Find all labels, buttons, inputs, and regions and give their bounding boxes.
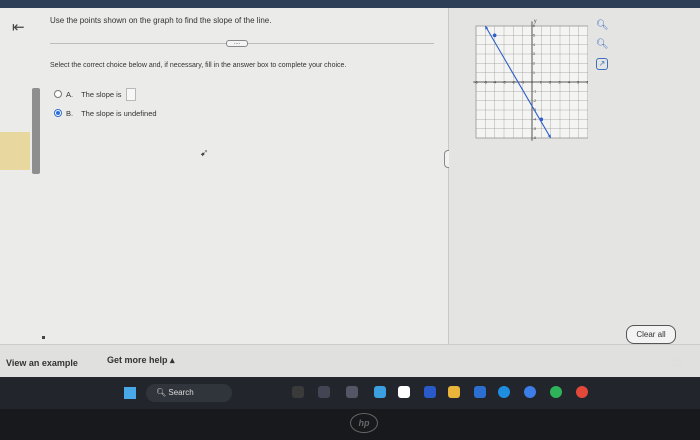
radio-b[interactable] [54,109,62,117]
taskbar-app-icon[interactable] [318,386,330,398]
x-tick-label: -4 [493,81,496,85]
taskbar-app-icon[interactable] [374,386,386,398]
x-tick-label: 1 [540,81,542,85]
edge-icon[interactable] [498,386,510,398]
new-window-icon[interactable]: ↗ [596,58,608,70]
taskbar-app-icon[interactable] [550,386,562,398]
taskbar-app-icon[interactable] [292,386,304,398]
x-tick-label: -2 [512,81,515,85]
windows-start-icon[interactable] [124,387,136,399]
tray-chevron-icon[interactable]: ︿ [644,365,651,375]
search-label: Search [168,388,194,397]
y-tick-label: -1 [533,90,536,94]
app-screen: ⇤ Use the points shown on the graph to f… [0,0,700,384]
choice-b-text: The slope is undefined [81,108,157,118]
language-indicator[interactable]: ENG INTL [672,357,683,369]
y-tick-label: -6 [533,136,536,140]
clear-all-button[interactable]: Clear all [626,325,676,344]
graph-point [539,117,544,122]
instruction-text: Select the correct choice below and, if … [50,62,347,69]
top-bar [0,0,700,8]
choice-a-letter: A. [66,89,74,99]
coordinate-graph: xy-6-5-4-3-2-1123456654321-1-2-3-4-5-6 [473,18,589,141]
get-help-button[interactable]: Get more help ▴ [107,355,175,366]
question-panel [0,8,448,344]
y-tick-label: 2 [533,62,535,66]
region-label: INTL [672,363,683,369]
x-tick-label: -1 [521,81,524,85]
y-tick-label: -2 [533,99,536,103]
zoom-out-icon[interactable]: 🔍︎ [596,39,609,50]
x-tick-label: 6 [587,81,589,85]
x-tick-label: 2 [549,81,551,85]
y-tick-label: 1 [533,71,535,75]
radio-a[interactable] [54,90,62,98]
taskbar-app-icon[interactable] [524,386,536,398]
amazon-icon[interactable] [398,386,410,398]
cursor-icon: ➹ [200,148,209,159]
graph-point [492,33,497,38]
answer-box[interactable] [125,87,136,101]
more-button[interactable]: .... [226,40,248,47]
view-example-link[interactable]: View an example [6,358,78,368]
back-arrow-icon[interactable]: ⇤ [12,18,25,36]
y-tick-label: 3 [533,52,535,56]
chrome-icon[interactable] [576,386,588,398]
choice-b[interactable]: B. The slope is undefined [54,107,157,119]
taskbar-app-icon[interactable] [474,386,486,398]
y-tick-label: -5 [533,127,536,131]
taskbar-app-icon[interactable] [346,386,358,398]
folder-icon[interactable] [448,386,460,398]
x-tick-label: -5 [484,81,487,85]
x-tick-label: 3 [559,81,561,85]
y-tick-label: 5 [533,34,535,38]
y-tick-label: 6 [533,24,535,28]
taskbar-app-icon[interactable] [424,386,436,398]
x-tick-label: 5 [577,81,579,85]
sound-icon[interactable]: ◖ [656,365,660,372]
x-tick-label: -3 [503,81,506,85]
question-text: Use the points shown on the graph to fin… [50,16,272,25]
hp-logo: hp [350,413,378,433]
y-tick-label: -4 [533,118,536,122]
choice-a-text: The slope is [81,89,122,99]
choice-b-letter: B. [66,108,74,118]
y-tick-label: 4 [533,43,535,47]
x-tick-label: 4 [568,81,570,85]
x-tick-label: -6 [475,81,478,85]
side-strip [0,132,30,170]
dot-mark [42,336,45,339]
taskbar-search[interactable]: 🔍︎ Search [146,384,232,402]
choice-a[interactable]: A. The slope is [54,87,136,101]
scrollbar[interactable] [32,88,40,174]
zoom-in-icon[interactable]: 🔍︎ [596,20,609,31]
